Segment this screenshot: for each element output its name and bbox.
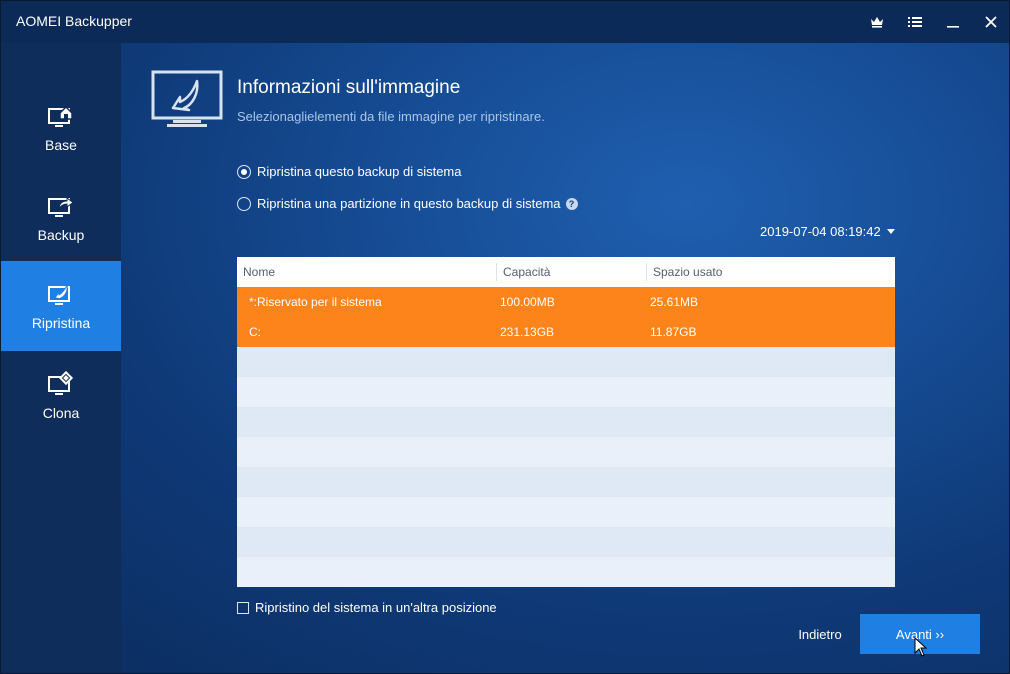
title-bar: AOMEI Backupper bbox=[1, 1, 1009, 43]
sidebar-item-label: Base bbox=[45, 137, 77, 153]
alt-location-option[interactable]: Ripristino del sistema in un'altra posiz… bbox=[237, 600, 497, 615]
home-monitor-icon bbox=[48, 105, 73, 127]
table-header: Nome Capacità Spazio usato bbox=[237, 257, 895, 287]
backup-monitor-icon bbox=[48, 197, 74, 217]
empty-row bbox=[237, 497, 895, 527]
crown-button[interactable] bbox=[862, 7, 892, 37]
help-icon[interactable]: ? bbox=[565, 197, 578, 210]
empty-row bbox=[237, 557, 895, 587]
restore-monitor-icon bbox=[151, 70, 223, 127]
empty-row bbox=[237, 437, 895, 467]
cell-name: C: bbox=[249, 325, 261, 339]
main-content: Informazioni sull'immagine Selezionaglie… bbox=[121, 43, 1009, 673]
cell-capacity: 100.00MB bbox=[500, 295, 555, 309]
column-header-capacity[interactable]: Capacità bbox=[497, 257, 550, 287]
cell-used: 25.61MB bbox=[650, 295, 699, 309]
menu-icon bbox=[908, 17, 922, 27]
back-button[interactable]: Indietro bbox=[785, 623, 855, 647]
menu-button[interactable] bbox=[900, 7, 930, 37]
sidebar-item-ripristina[interactable]: Ripristina bbox=[1, 261, 121, 351]
minimize-icon bbox=[947, 26, 959, 28]
column-header-used[interactable]: Spazio usato bbox=[647, 257, 722, 287]
sidebar-item-label: Clona bbox=[42, 405, 80, 421]
restore-monitor-icon bbox=[48, 283, 70, 305]
empty-row bbox=[237, 527, 895, 557]
clone-monitor-icon bbox=[48, 371, 74, 395]
backup-date-dropdown[interactable]: 2019-07-04 08:19:42 bbox=[760, 224, 895, 239]
cell-capacity: 231.13GB bbox=[500, 325, 555, 339]
radio-unchecked[interactable] bbox=[237, 196, 251, 211]
checkbox-label: Ripristino del sistema in un'altra posiz… bbox=[255, 600, 497, 615]
page-subtitle: Selezionaglielementi da file immagine pe… bbox=[237, 109, 545, 124]
radio-label: Ripristina questo backup di sistema bbox=[257, 164, 462, 179]
table-row[interactable]: *:Riservato per il sistema 100.00MB 25.6… bbox=[237, 287, 895, 317]
cell-used: 11.87GB bbox=[650, 325, 697, 339]
sidebar-item-label: Backup bbox=[37, 227, 85, 243]
close-button[interactable] bbox=[976, 7, 1006, 37]
sidebar: Base Backup Ripristina Clona bbox=[1, 43, 121, 673]
mouse-cursor-icon bbox=[914, 637, 928, 657]
empty-row bbox=[237, 467, 895, 497]
empty-row bbox=[237, 407, 895, 437]
column-header-name[interactable]: Nome bbox=[237, 257, 275, 287]
minimize-button[interactable] bbox=[938, 7, 968, 37]
empty-row bbox=[237, 377, 895, 407]
sidebar-item-backup[interactable]: Backup bbox=[1, 173, 121, 263]
empty-row bbox=[237, 347, 895, 377]
sidebar-item-base[interactable]: Base bbox=[1, 83, 121, 173]
partition-table: Nome Capacità Spazio usato *:Riservato p… bbox=[237, 257, 895, 587]
radio-label: Ripristina una partizione in questo back… bbox=[257, 196, 561, 211]
app-title: AOMEI Backupper bbox=[16, 13, 132, 29]
close-icon bbox=[985, 16, 997, 28]
sidebar-item-clona[interactable]: Clona bbox=[1, 351, 121, 441]
restore-system-backup-option[interactable]: Ripristina questo backup di sistema bbox=[237, 164, 462, 179]
app-window: AOMEI Backupper Base Backup Ripristina C… bbox=[0, 0, 1010, 674]
chevron-down-icon bbox=[886, 229, 895, 234]
page-title: Informazioni sull'immagine bbox=[237, 77, 461, 98]
checkbox[interactable] bbox=[237, 601, 249, 614]
backup-date-value: 2019-07-04 08:19:42 bbox=[760, 224, 881, 239]
cell-name: *:Riservato per il sistema bbox=[249, 295, 382, 309]
crown-icon bbox=[871, 17, 883, 28]
table-row[interactable]: C: 231.13GB 11.87GB bbox=[237, 317, 895, 347]
radio-checked[interactable] bbox=[237, 164, 251, 179]
sidebar-item-label: Ripristina bbox=[31, 315, 91, 331]
restore-partition-option[interactable]: Ripristina una partizione in questo back… bbox=[237, 196, 578, 211]
